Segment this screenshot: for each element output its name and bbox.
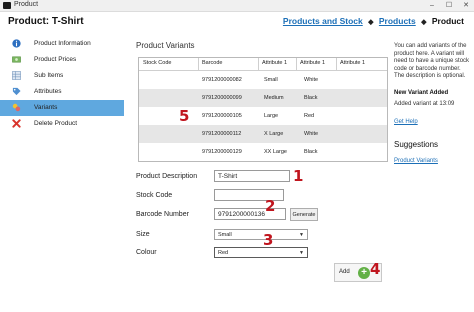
column-divider <box>296 58 297 70</box>
breadcrumb-products[interactable]: Products <box>379 16 416 26</box>
info-icon <box>12 39 21 48</box>
window-title: Product <box>14 1 39 8</box>
colour-select[interactable]: Red ▼ <box>214 247 308 258</box>
callout-number: 4 <box>370 260 381 278</box>
breadcrumb-products-and-stock[interactable]: Products and Stock <box>283 16 363 26</box>
status-message: Added variant at 13:09 <box>394 101 455 107</box>
breadcrumb-arrow-icon: ◆ <box>368 19 374 26</box>
column-header-barcode[interactable]: Barcode <box>202 60 223 66</box>
cell-barcode: 9791200000105 <box>202 113 242 119</box>
close-window-button[interactable]: ✕ <box>458 0 474 11</box>
cell-barcode: 9791200000112 <box>202 131 242 137</box>
plus-icon: + <box>358 267 370 279</box>
column-header-attribute[interactable]: Attribute 1 <box>300 60 325 66</box>
app-icon <box>3 2 11 9</box>
sidebar-item-label: Product Information <box>34 40 91 47</box>
sidebar-item-delete-product[interactable]: Delete Product <box>0 116 124 132</box>
column-divider <box>198 58 199 70</box>
chevron-down-icon: ▼ <box>299 250 304 256</box>
cell-size: Medium <box>264 95 284 101</box>
cell-colour: Red <box>304 113 315 119</box>
suggestions-heading: Suggestions <box>394 140 439 149</box>
variants-icon <box>12 103 21 112</box>
cell-size: Large <box>264 113 279 119</box>
cell-size: Small <box>264 77 278 83</box>
table-row[interactable]: 9791200000105 Large Red <box>139 107 387 125</box>
sidebar-item-product-information[interactable]: Product Information <box>0 36 124 52</box>
sidebar-item-attributes[interactable]: Attributes <box>0 84 124 100</box>
tag-icon <box>12 87 21 96</box>
cell-size: X Large <box>264 131 284 137</box>
column-divider <box>336 58 337 70</box>
table-row[interactable]: 9791200000082 Small White <box>139 71 387 89</box>
add-button-label: Add <box>339 269 350 275</box>
callout-number: 2 <box>265 197 276 215</box>
callout-number: 1 <box>293 167 304 185</box>
size-select[interactable]: Small ▼ <box>214 229 308 240</box>
size-label: Size <box>136 231 150 238</box>
product-description-label: Product Description <box>136 173 198 180</box>
table-row[interactable]: 9791200000129 XX Large Black <box>139 143 387 161</box>
status-title: New Variant Added <box>394 90 449 96</box>
size-select-value: Small <box>218 232 232 238</box>
stock-code-label: Stock Code <box>136 192 173 199</box>
maximize-button[interactable]: ☐ <box>441 0 457 11</box>
callout-number: 3 <box>263 231 274 249</box>
window-titlebar: Product – ☐ ✕ <box>0 0 474 12</box>
column-divider <box>258 58 259 70</box>
delete-icon <box>12 119 21 128</box>
minimize-button[interactable]: – <box>424 0 440 11</box>
chevron-down-icon: ▼ <box>299 232 304 238</box>
sidebar-item-variants[interactable]: Variants <box>0 100 124 116</box>
barcode-label: Barcode Number <box>136 211 189 218</box>
table-header: Stock Code Barcode Attribute 1 Attribute… <box>139 58 387 71</box>
column-header-stock-code[interactable]: Stock Code <box>143 60 171 66</box>
sidebar-item-label: Delete Product <box>34 120 77 127</box>
cell-colour: White <box>304 77 319 83</box>
table-row[interactable]: 9791200000112 X Large White <box>139 125 387 143</box>
cell-barcode: 9791200000129 <box>202 149 242 155</box>
colour-select-value: Red <box>218 250 229 256</box>
product-description-input[interactable]: T-Shirt <box>214 170 290 182</box>
help-text: You can add variants of the product here… <box>394 43 470 80</box>
cell-barcode: 9791200000082 <box>202 77 242 83</box>
cell-size: XX Large <box>264 149 287 155</box>
column-header-attribute[interactable]: Attribute 1 <box>340 60 365 66</box>
sidebar-item-label: Sub Items <box>34 72 64 79</box>
breadcrumb: Products and Stock ◆ Products ◆ Product <box>283 16 464 26</box>
sidebar: Product Information Product Prices Sub I… <box>0 36 124 132</box>
get-help-link[interactable]: Get Help <box>394 119 418 125</box>
money-icon <box>12 56 21 63</box>
breadcrumb-current: Product <box>431 16 464 26</box>
variants-table: Stock Code Barcode Attribute 1 Attribute… <box>138 57 388 162</box>
sidebar-item-sub-items[interactable]: Sub Items <box>0 68 124 84</box>
section-heading: Product Variants <box>136 41 195 50</box>
breadcrumb-arrow-icon: ◆ <box>421 19 427 26</box>
sidebar-item-product-prices[interactable]: Product Prices <box>0 52 124 68</box>
sidebar-item-label: Product Prices <box>34 56 77 63</box>
table-row[interactable]: 9791200000099 Medium Black <box>139 89 387 107</box>
callout-number: 5 <box>179 107 190 125</box>
sidebar-item-label: Attributes <box>34 88 62 95</box>
suggestion-link-product-variants[interactable]: Product Variants <box>394 158 438 164</box>
column-header-attribute[interactable]: Attribute 1 <box>262 60 287 66</box>
cell-colour: Black <box>304 95 318 101</box>
cell-colour: White <box>304 131 319 137</box>
colour-label: Colour <box>136 249 157 256</box>
sidebar-item-label: Variants <box>34 104 58 111</box>
grid-icon <box>12 71 21 80</box>
page-title: Product: T-Shirt <box>8 16 84 27</box>
cell-colour: Black <box>304 149 318 155</box>
cell-barcode: 9791200000099 <box>202 95 242 101</box>
generate-button[interactable]: Generate <box>290 208 318 221</box>
